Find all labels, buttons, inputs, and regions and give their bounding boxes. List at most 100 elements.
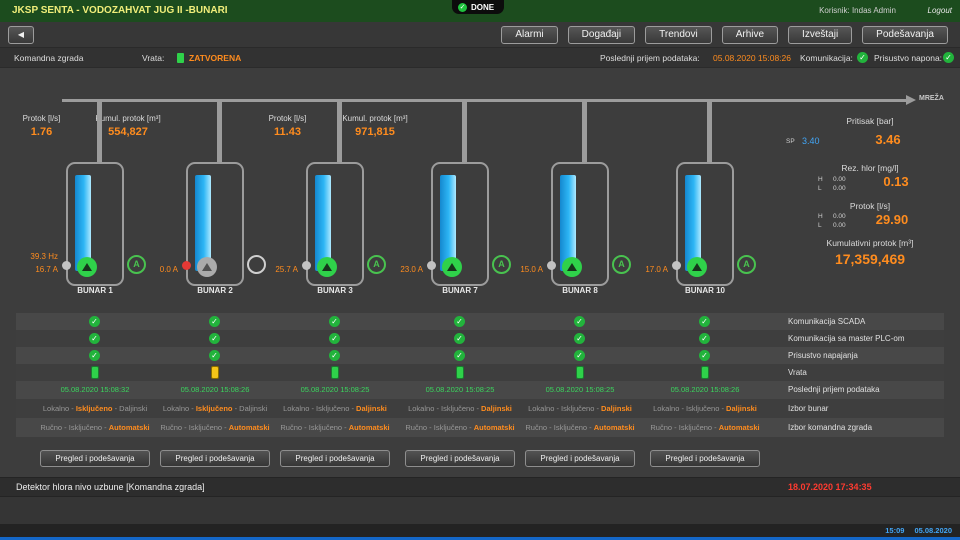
- last-data-value: 05.08.2020 15:08:26: [713, 53, 791, 63]
- pump-running-icon[interactable]: [687, 257, 707, 277]
- well-name: BUNAR 3: [317, 286, 353, 295]
- pump-stopped-icon[interactable]: [197, 257, 217, 277]
- status-bar: Komandna zgrada Vrata: ZATVORENA Posledn…: [0, 48, 960, 68]
- well-pipe: [462, 100, 467, 163]
- selector-pre: Lokalno - Isključeno -: [528, 404, 602, 413]
- comm-ok-icon: ✓: [857, 52, 868, 63]
- well-bunar-2: 0.0 A BUNAR 2: [155, 70, 275, 310]
- row-label: Komunikacija SCADA: [788, 317, 866, 326]
- done-check-icon: ✓: [458, 2, 467, 12]
- pump-triangle-icon: [322, 263, 332, 271]
- timestamp: 05.08.2020 15:08:25: [425, 385, 495, 394]
- alarm-message: Detektor hlora nivo uzbune [Komandna zgr…: [16, 482, 205, 492]
- tab-alarmi[interactable]: Alarmi: [501, 26, 558, 44]
- selector-pre: Lokalno -: [42, 404, 76, 413]
- done-label: DONE: [471, 2, 495, 12]
- status-dot-icon: [62, 261, 71, 270]
- pregled-podesavanja-button-3[interactable]: Pregled i podešavanja: [280, 450, 390, 467]
- selector-cell: Lokalno - Isključeno - Daljinski: [520, 399, 640, 418]
- door-status: ZATVORENA: [189, 53, 242, 63]
- ok-check-icon: ✓: [574, 316, 585, 327]
- tab-trendovi[interactable]: Trendovi: [645, 26, 712, 44]
- tab-dogadjaji[interactable]: Događaji: [567, 26, 636, 44]
- ok-check-icon: ✓: [89, 333, 100, 344]
- chlorine-h-value: 0.00: [833, 176, 846, 183]
- pregled-podesavanja-button-5[interactable]: Pregled i podešavanja: [525, 450, 635, 467]
- done-badge[interactable]: ✓ DONE: [452, 0, 505, 14]
- table-row-izbor-bunar: Lokalno - Isključeno - Daljinski Lokalno…: [16, 399, 944, 418]
- table-row-komunikacija-scada: ✓ ✓ ✓ ✓ ✓ ✓ Komunikacija SCADA: [16, 313, 944, 330]
- table-row-izbor-komandna-zgrada: Ručno - Isključeno - Automatski Ručno - …: [16, 418, 944, 437]
- ok-check-icon: ✓: [454, 350, 465, 361]
- selector-post: - Daljinski: [232, 404, 268, 413]
- pump-running-icon[interactable]: [562, 257, 582, 277]
- scada-screen: JKSP SENTA - VODOZAHVAT JUG II -BUNARI K…: [0, 0, 960, 540]
- comm-label: Komunikacija:: [800, 53, 853, 63]
- voltage-label: Prisustvo napona:: [874, 53, 943, 63]
- back-button[interactable]: ◀: [8, 26, 34, 44]
- ok-check-icon: ✓: [209, 350, 220, 361]
- status-dot-icon: [547, 261, 556, 270]
- door-ok-icon: [576, 366, 584, 379]
- selector-selected: Daljinski: [481, 404, 512, 413]
- well-pipe: [707, 100, 712, 163]
- voltage-ok-icon: ✓: [943, 52, 954, 63]
- selector-selected: Daljinski: [356, 404, 387, 413]
- lower-spacer: [0, 497, 960, 524]
- selector-post: - Daljinski: [112, 404, 148, 413]
- well-current: 15.0 A: [520, 265, 543, 274]
- pregled-podesavanja-button-6[interactable]: Pregled i podešavanja: [650, 450, 760, 467]
- selector-pre: Lokalno -: [162, 404, 196, 413]
- door-ok-icon: [701, 366, 709, 379]
- well-tank: [62, 162, 124, 286]
- well-tank: [182, 162, 244, 286]
- pregled-podesavanja-button-4[interactable]: Pregled i podešavanja: [405, 450, 515, 467]
- timestamp: 05.08.2020 15:08:26: [180, 385, 250, 394]
- status-dot-icon: [672, 261, 681, 270]
- location-label: Komandna zgrada: [14, 53, 84, 63]
- cumulative-flow-label: Kumulativni protok [m³]: [826, 238, 914, 248]
- selector-cell: Lokalno - Isključeno - Daljinski: [400, 399, 520, 418]
- ok-check-icon: ✓: [454, 333, 465, 344]
- nav-tabs: Alarmi Događaji Trendovi Arhive Izveštaj…: [501, 26, 948, 44]
- pregled-podesavanja-button-1[interactable]: Pregled i podešavanja: [40, 450, 150, 467]
- ok-check-icon: ✓: [329, 333, 340, 344]
- flow-l-value: 0.00: [833, 222, 846, 229]
- selector-selected: Automatski: [228, 423, 270, 432]
- well-frequency: 39.3 Hz: [30, 252, 58, 261]
- ok-check-icon: ✓: [574, 333, 585, 344]
- chlorine-l-value: 0.00: [833, 185, 846, 192]
- tab-podesavanja[interactable]: Podešavanja: [862, 26, 948, 44]
- pregled-podesavanja-button-2[interactable]: Pregled i podešavanja: [160, 450, 270, 467]
- pump-running-icon[interactable]: [317, 257, 337, 277]
- status-dot-icon: [427, 261, 436, 270]
- pump-running-icon[interactable]: [442, 257, 462, 277]
- ok-check-icon: ✓: [574, 350, 585, 361]
- well-pipe: [337, 100, 342, 163]
- pressure-setpoint: 3.40: [802, 136, 820, 146]
- selector-selected: Automatski: [473, 423, 515, 432]
- selector-selected: Daljinski: [601, 404, 632, 413]
- logout-button[interactable]: Logout: [928, 0, 952, 22]
- tab-izvestaji[interactable]: Izveštaji: [788, 26, 853, 44]
- alarm-strip[interactable]: Detektor hlora nivo uzbune [Komandna zgr…: [0, 477, 960, 497]
- pressure-label: Pritisak [bar]: [846, 116, 894, 126]
- well-current: 16.7 A: [35, 265, 58, 274]
- door-ok-icon: [91, 366, 99, 379]
- ok-check-icon: ✓: [454, 316, 465, 327]
- well-bunar-3: 25.7 A A BUNAR 3: [275, 70, 395, 310]
- ok-check-icon: ✓: [209, 316, 220, 327]
- selector-pre: Lokalno - Isključeno -: [653, 404, 727, 413]
- timestamp: 05.08.2020 15:08:32: [60, 385, 130, 394]
- well-tank: [547, 162, 609, 286]
- pressure-value: 3.46: [875, 132, 901, 147]
- pump-triangle-icon: [202, 263, 212, 271]
- selector-cell: Ručno - Isključeno - Automatski: [35, 418, 155, 437]
- table-row-poslednji-prijem: 05.08.2020 15:08:32 05.08.2020 15:08:26 …: [16, 381, 944, 399]
- selector-cell: Ručno - Isključeno - Automatski: [645, 418, 765, 437]
- pump-running-icon[interactable]: [77, 257, 97, 277]
- tab-arhive[interactable]: Arhive: [721, 26, 779, 44]
- pump-triangle-icon: [447, 263, 457, 271]
- selector-pre: Ručno - Isključeno -: [280, 423, 349, 432]
- footer-clock: 15:09 05.08.2020: [885, 524, 952, 537]
